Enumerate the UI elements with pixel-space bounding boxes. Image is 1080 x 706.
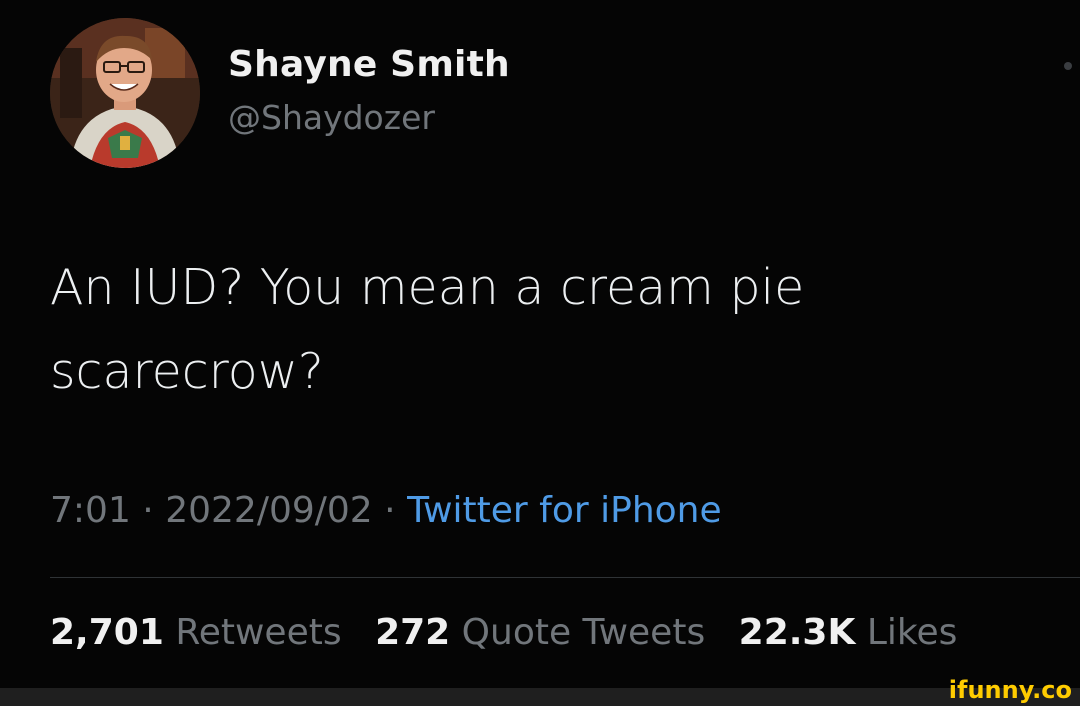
tweet-text-line: An IUD? You mean a cream pie	[50, 259, 805, 316]
tweet-card: Shayne Smith @Shaydozer An IUD? You mean…	[0, 0, 1080, 688]
tweet-time[interactable]: 7:01	[50, 490, 131, 531]
tweet-meta: 7:01 · 2022/09/02 · Twitter for iPhone	[50, 490, 722, 531]
author-name[interactable]: Shayne Smith	[228, 44, 510, 85]
tweet-date[interactable]: 2022/09/02	[165, 490, 373, 531]
avatar[interactable]	[50, 18, 200, 168]
retweets-count: 2,701	[50, 612, 164, 653]
divider	[50, 577, 1080, 578]
tweet-stats: 2,701 Retweets 272 Quote Tweets 22.3K Li…	[50, 612, 957, 653]
meta-separator: ·	[384, 490, 396, 531]
quotes-stat[interactable]: 272 Quote Tweets	[375, 612, 705, 653]
ifunny-watermark: ifunny.co	[948, 676, 1072, 704]
meta-separator: ·	[142, 490, 154, 531]
likes-stat[interactable]: 22.3K Likes	[739, 612, 958, 653]
tweet-text-line: scarecrow?	[50, 343, 324, 400]
watermark-bar	[0, 688, 1080, 706]
retweets-label: Retweets	[175, 612, 342, 653]
avatar-image	[50, 18, 200, 168]
tweet-source-link[interactable]: Twitter for iPhone	[407, 490, 722, 531]
quotes-count: 272	[375, 612, 451, 653]
tweet-text: An IUD? You mean a cream pie scarecrow?	[50, 246, 1010, 414]
likes-count: 22.3K	[738, 612, 856, 653]
retweets-stat[interactable]: 2,701 Retweets	[50, 612, 342, 653]
more-dot-icon[interactable]	[1064, 62, 1072, 70]
quotes-label: Quote Tweets	[461, 612, 706, 653]
author-handle[interactable]: @Shaydozer	[228, 98, 435, 137]
likes-label: Likes	[866, 612, 958, 653]
